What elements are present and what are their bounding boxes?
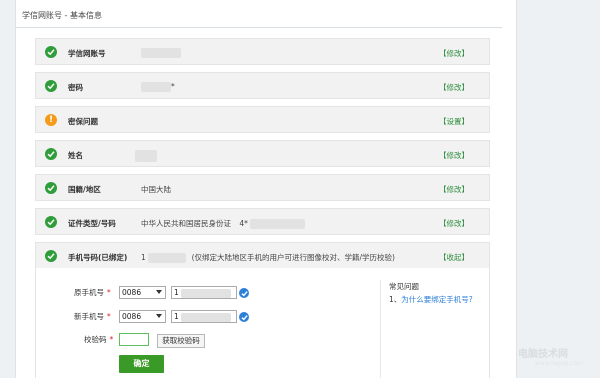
row-phone: 手机号码(已绑定) 1 (仅绑定大陆地区手机的用户可进行图像校对、学籍/学历校验… <box>35 242 490 269</box>
new-phone-label-text: 新手机号 <box>74 312 104 321</box>
check-circle-icon <box>45 46 57 58</box>
old-phone-country-select[interactable]: 0086 <box>119 286 166 299</box>
row-label: 学信网账号 <box>68 49 106 58</box>
phone-input-value: 1 <box>174 288 179 297</box>
row-label: 密保问题 <box>68 117 98 126</box>
new-phone-label: 新手机号 * <box>74 311 111 322</box>
required-mark: * <box>107 288 111 297</box>
redacted-value <box>135 150 157 162</box>
row-value: 中华人民共和国居民身份证 4* <box>141 218 306 229</box>
faq-number: 1、 <box>389 295 402 304</box>
set-security-question-link[interactable]: 【设置】 <box>439 116 469 127</box>
redacted-value <box>181 312 232 322</box>
row-value: * <box>141 82 175 92</box>
check-circle-icon <box>45 182 57 194</box>
row-account: 学信网账号 【修改】 <box>35 38 490 65</box>
row-nationality: 国籍/地区 中国大陆 【修改】 <box>35 174 490 201</box>
page-title: 学信网账号 - 基本信息 <box>22 11 102 20</box>
country-code-value: 0086 <box>122 288 142 297</box>
confirm-button[interactable]: 确定 <box>119 355 164 373</box>
warning-icon: ! <box>45 114 57 126</box>
id-type: 中华人民共和国居民身份证 <box>141 219 231 228</box>
vertical-divider <box>380 280 381 378</box>
old-phone-label: 原手机号 * <box>74 287 111 298</box>
code-label: 校验码 * <box>84 334 113 345</box>
phone-input-value: 1 <box>174 312 179 321</box>
edit-nationality-link[interactable]: 【修改】 <box>439 184 469 195</box>
old-phone-label-text: 原手机号 <box>74 288 104 297</box>
check-circle-icon <box>45 250 57 262</box>
code-input[interactable] <box>119 333 149 346</box>
watermark: 电脑技术网 <box>518 349 568 360</box>
row-id-document: 证件类型/号码 中华人民共和国居民身份证 4* 【修改】 <box>35 208 490 235</box>
row-value: 中国大陆 <box>141 185 171 194</box>
phone-prefix: 1 <box>141 253 146 262</box>
row-password: 密码 * 【修改】 <box>35 72 490 99</box>
row-label: 证件类型/号码 <box>68 219 116 228</box>
edit-account-link[interactable]: 【修改】 <box>439 48 469 59</box>
required-mark: * <box>107 312 111 321</box>
phone-note: (仅绑定大陆地区手机的用户可进行图像校对、学籍/学历校验) <box>191 253 395 262</box>
collapse-phone-link[interactable]: 【收起】 <box>439 252 469 263</box>
country-code-value: 0086 <box>122 312 142 321</box>
old-phone-input[interactable]: 1 <box>171 286 237 299</box>
redacted-value <box>148 253 187 263</box>
row-label: 姓名 <box>68 151 83 160</box>
verified-check-icon <box>239 312 249 322</box>
row-name: 姓名 【修改】 <box>35 140 490 167</box>
new-phone-input[interactable]: 1 <box>171 310 237 323</box>
check-circle-icon <box>45 216 57 228</box>
redacted-value <box>141 48 181 58</box>
edit-id-link[interactable]: 【修改】 <box>439 218 469 229</box>
row-label: 国籍/地区 <box>68 185 101 194</box>
check-circle-icon <box>45 80 57 92</box>
row-label: 密码 <box>68 83 83 92</box>
password-mask: * <box>171 82 175 91</box>
row-value <box>135 150 157 162</box>
row-label: 手机号码(已绑定) <box>68 253 128 262</box>
get-code-button[interactable]: 获取校验码 <box>157 334 205 348</box>
redacted-value <box>181 288 232 298</box>
redacted-value <box>141 82 171 92</box>
verified-check-icon <box>239 288 249 298</box>
id-number: 4* <box>239 219 248 228</box>
faq-link[interactable]: 1、为什么要绑定手机号? <box>389 294 473 305</box>
chevron-down-icon <box>156 290 162 294</box>
row-value: 1 (仅绑定大陆地区手机的用户可进行图像校对、学籍/学历校验) <box>141 252 395 263</box>
code-label-text: 校验码 <box>84 335 107 344</box>
new-phone-country-select[interactable]: 0086 <box>119 310 166 323</box>
row-value <box>141 48 181 58</box>
edit-password-link[interactable]: 【修改】 <box>439 82 469 93</box>
faq-text: 为什么要绑定手机号? <box>401 295 473 304</box>
chevron-down-icon <box>156 314 162 318</box>
required-mark: * <box>109 335 114 344</box>
check-circle-icon <box>45 148 57 160</box>
watermark-url: www.tagxp.com <box>535 360 583 367</box>
title-divider <box>15 27 502 28</box>
phone-edit-panel <box>35 268 490 378</box>
row-security-question: ! 密保问题 【设置】 <box>35 106 490 133</box>
redacted-value <box>250 219 306 229</box>
edit-name-link[interactable]: 【修改】 <box>439 150 469 161</box>
faq-title: 常见问题 <box>389 282 419 291</box>
